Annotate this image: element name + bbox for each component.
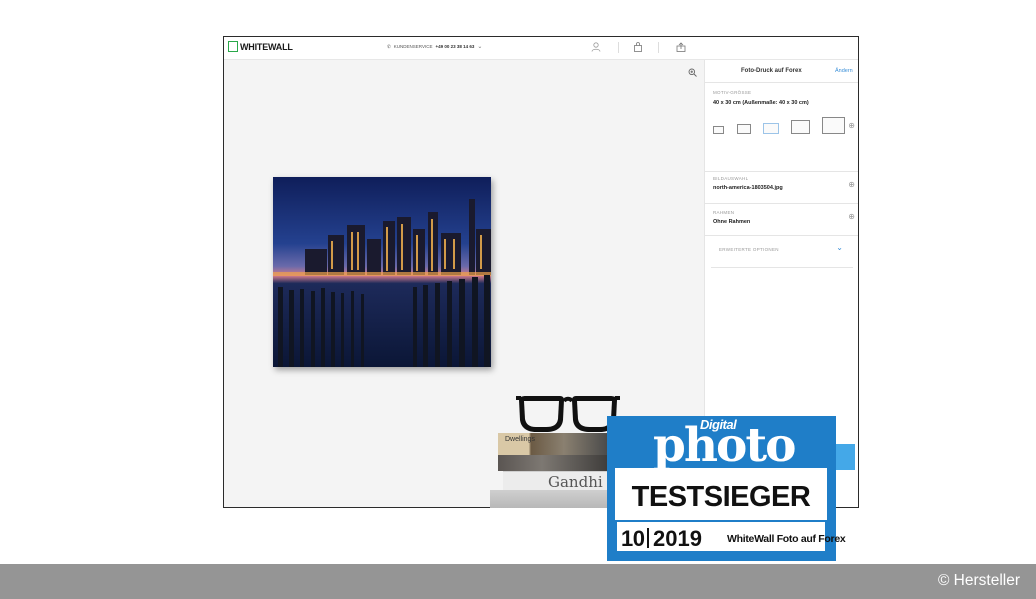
advanced-options-label: ERWEITERTE OPTIONEN	[719, 247, 779, 252]
user-icon[interactable]	[591, 42, 601, 55]
zoom-in-icon[interactable]	[688, 68, 697, 79]
book-spine-title: Gandhi	[548, 473, 603, 491]
glasses-decoration	[516, 396, 620, 432]
logo-square-icon	[228, 41, 238, 52]
image-section[interactable]: BILDAUSWAHL north-america-1803504.jpg ⊕	[705, 171, 858, 204]
frame-label: RAHMEN	[713, 210, 735, 215]
hotline-number: +49 00 23 38 14 63	[435, 44, 475, 49]
product-preview-photo	[273, 177, 491, 367]
badge-issue-box: 10 2019 WhiteWall Foto auf Forex	[617, 522, 846, 551]
footer-bar: © Hersteller	[0, 564, 1036, 599]
plus-circle-icon[interactable]: ⊕	[848, 181, 855, 189]
badge-issue: 10	[621, 526, 645, 551]
customer-service-hotline[interactable]: ✆ KUNDENSERVICE +49 00 23 38 14 63 ⌄	[387, 43, 483, 51]
size-option-2[interactable]	[737, 124, 751, 134]
change-product-link[interactable]: Ändern	[835, 68, 853, 74]
logo-text: WHITEWALL	[240, 41, 293, 52]
book-top-title: Dwellings	[505, 436, 535, 443]
book-top: Dwellings	[498, 433, 608, 455]
toolbar-divider	[658, 42, 659, 53]
frame-value: Ohne Rahmen	[713, 219, 751, 225]
size-option-3[interactable]	[763, 123, 779, 134]
size-value: 40 x 30 cm (Außenmaße: 40 x 30 cm)	[713, 100, 809, 106]
badge-product-name: WhiteWall Foto auf Forex	[727, 533, 846, 545]
whitewall-logo[interactable]: WHITEWALL	[228, 41, 293, 52]
size-section: MOTIV-GRÖSSE 40 x 30 cm (Außenmaße: 40 x…	[705, 83, 858, 172]
test-winner-badge: Digital photo TESTSIEGER 10 2019 WhiteWa…	[607, 416, 846, 561]
upload-icon[interactable]	[676, 42, 686, 55]
badge-year: 2019	[653, 526, 702, 551]
book-middle	[498, 455, 608, 471]
badge-brand-large: photo	[653, 418, 796, 473]
plus-circle-icon[interactable]: ⊕	[848, 213, 855, 221]
top-navigation-bar: WHITEWALL ✆ KUNDENSERVICE +49 00 23 38 1…	[224, 37, 858, 60]
size-label: MOTIV-GRÖSSE	[713, 90, 752, 95]
phone-icon: ✆	[387, 43, 391, 49]
image-value: north-america-1803504.jpg	[713, 185, 783, 191]
size-option-5[interactable]	[822, 117, 845, 134]
badge-date-divider	[647, 528, 649, 548]
chevron-down-icon: ⌄	[477, 44, 483, 50]
copyright-credit: © Hersteller	[937, 572, 1020, 589]
badge-award-text: TESTSIEGER	[631, 481, 811, 513]
frame-section[interactable]: RAHMEN Ohne Rahmen ⊕	[705, 203, 858, 236]
size-option-1[interactable]	[713, 126, 724, 134]
hotline-label: KUNDENSERVICE	[393, 44, 433, 49]
bag-icon[interactable]	[633, 42, 643, 55]
advanced-options-toggle[interactable]: ERWEITERTE OPTIONEN ⌄	[711, 235, 853, 268]
badge-issue-strip: 10 2019 WhiteWall Foto auf Forex	[615, 520, 846, 555]
badge-award-panel: TESTSIEGER 10 2019 WhiteWall Foto auf Fo…	[615, 468, 846, 555]
book-bottom	[490, 490, 608, 508]
book-gandhi: Gandhi	[503, 471, 608, 492]
image-label: BILDAUSWAHL	[713, 176, 749, 181]
product-title: Foto-Druck auf Forex	[741, 68, 802, 74]
size-option-4[interactable]	[791, 120, 810, 134]
toolbar-divider	[618, 42, 619, 53]
chevron-down-icon: ⌄	[836, 243, 843, 252]
panel-header: Foto-Druck auf Forex Ändern	[705, 60, 858, 83]
city-skyline-illustration	[273, 177, 491, 367]
plus-circle-icon[interactable]: ⊕	[848, 122, 855, 130]
